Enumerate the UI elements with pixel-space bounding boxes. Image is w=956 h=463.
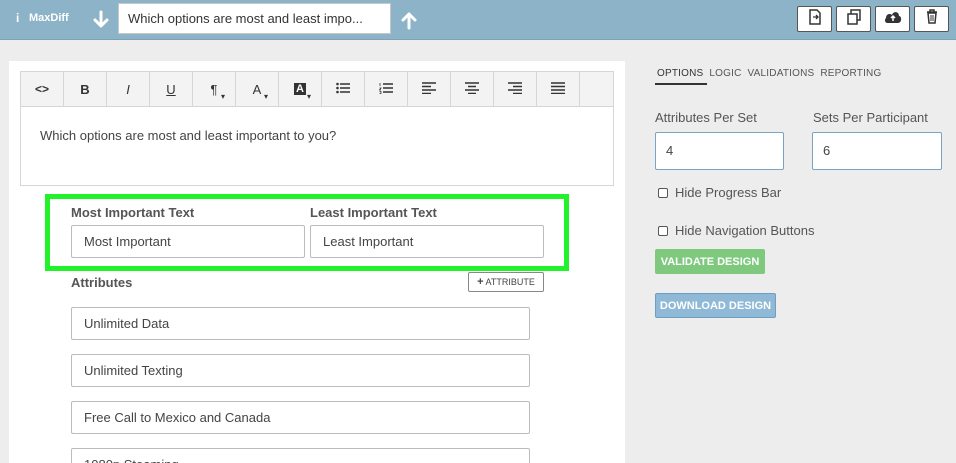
list-bullet-icon: [336, 82, 350, 97]
plus-icon: +: [477, 276, 484, 288]
tab-reporting[interactable]: REPORTING: [818, 64, 885, 85]
upload-button[interactable]: [875, 6, 910, 32]
list-numbered-icon: [378, 82, 393, 97]
attributes-per-set-label: Attributes Per Set: [655, 110, 757, 125]
align-center-button[interactable]: [451, 72, 494, 106]
numbered-list-button[interactable]: [365, 72, 408, 106]
file-export-icon: [808, 8, 822, 30]
attribute-input[interactable]: 1080p Steaming: [71, 448, 530, 463]
hide-navigation-buttons-label: Hide Navigation Buttons: [675, 223, 815, 238]
add-attribute-label: ATTRIBUTE: [485, 277, 535, 287]
bullet-list-button[interactable]: [322, 72, 365, 106]
question-text-editor[interactable]: Which options are most and least importa…: [20, 107, 614, 186]
text-color-icon: A: [252, 81, 262, 97]
code-icon: <>: [34, 82, 49, 96]
hide-navigation-buttons-checkbox[interactable]: [658, 225, 668, 236]
info-icon[interactable]: i: [16, 11, 19, 25]
question-editor-card: <> B I U ¶ ▾ A ▾ A ▾ Which options are most…: [9, 61, 625, 463]
paragraph-format-button[interactable]: ¶ ▾: [193, 72, 236, 106]
rich-text-toolbar: <> B I U ¶ ▾ A ▾ A ▾: [20, 71, 614, 107]
attributes-per-set-input[interactable]: 4: [655, 132, 784, 170]
sets-per-participant-label: Sets Per Participant: [813, 110, 928, 125]
align-right-icon: [508, 81, 522, 97]
tab-validations[interactable]: VALIDATIONS: [746, 64, 819, 85]
text-color-button[interactable]: A ▾: [236, 72, 279, 106]
delete-button[interactable]: [914, 6, 949, 32]
app-name: MaxDiff: [29, 12, 69, 24]
hide-progress-bar-label: Hide Progress Bar: [675, 185, 782, 200]
code-view-button[interactable]: <>: [21, 72, 64, 106]
attributes-heading: Attributes: [71, 275, 133, 290]
italic-icon: I: [126, 81, 130, 97]
sets-per-participant-input[interactable]: 6: [812, 132, 942, 170]
cloud-upload-icon: [884, 10, 902, 29]
tab-logic[interactable]: LOGIC: [707, 64, 745, 85]
align-left-icon: [422, 81, 436, 97]
hide-navigation-buttons-option[interactable]: Hide Navigation Buttons: [658, 223, 814, 238]
align-right-button[interactable]: [494, 72, 537, 106]
align-justify-icon: [551, 81, 565, 97]
align-center-icon: [465, 81, 479, 97]
underline-button[interactable]: U: [150, 72, 193, 106]
attribute-input[interactable]: Unlimited Data: [71, 307, 530, 340]
export-button[interactable]: [797, 6, 832, 32]
top-bar: i MaxDiff Which options are most and lea…: [0, 0, 956, 40]
duplicate-button[interactable]: [836, 6, 871, 32]
least-important-label: Least Important Text: [310, 205, 437, 220]
most-important-input[interactable]: Most Important: [71, 225, 305, 258]
italic-button[interactable]: I: [107, 72, 150, 106]
underline-icon: U: [166, 81, 176, 97]
align-left-button[interactable]: [408, 72, 451, 106]
arrow-down-icon[interactable]: [92, 10, 110, 30]
align-justify-button[interactable]: [537, 72, 580, 106]
bold-button[interactable]: B: [64, 72, 107, 106]
panel-tabs: OPTIONS LOGIC VALIDATIONS REPORTING: [655, 64, 885, 85]
question-title-field[interactable]: Which options are most and least impo...: [118, 3, 391, 34]
most-important-label: Most Important Text: [71, 205, 195, 220]
highlight-color-icon: A: [294, 83, 306, 95]
attribute-input[interactable]: Free Call to Mexico and Canada: [71, 401, 530, 434]
validate-design-button[interactable]: VALIDATE DESIGN: [655, 249, 765, 274]
least-important-input[interactable]: Least Important: [310, 225, 544, 258]
trash-icon: [926, 9, 938, 29]
bold-icon: B: [80, 81, 90, 97]
hide-progress-bar-checkbox[interactable]: [658, 187, 668, 198]
paragraph-icon: ¶: [210, 81, 218, 97]
attribute-input[interactable]: Unlimited Texting: [71, 354, 530, 387]
hide-progress-bar-option[interactable]: Hide Progress Bar: [658, 185, 781, 200]
tab-options[interactable]: OPTIONS: [655, 64, 708, 85]
download-design-button[interactable]: DOWNLOAD DESIGN: [655, 293, 776, 318]
arrow-up-icon[interactable]: [400, 10, 418, 30]
add-attribute-button[interactable]: + ATTRIBUTE: [468, 272, 544, 292]
background-color-button[interactable]: A ▾: [279, 72, 322, 106]
copy-icon: [846, 8, 862, 30]
